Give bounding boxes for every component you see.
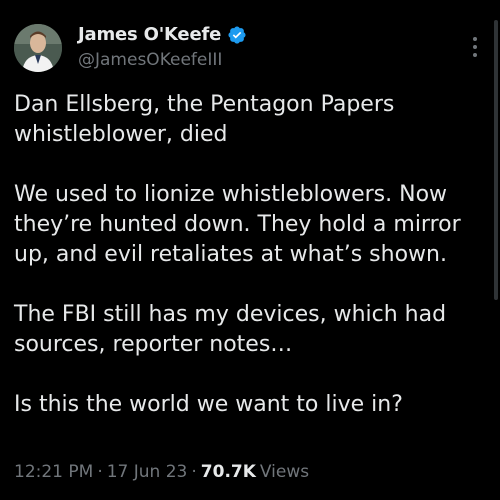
author-name-row[interactable]: James O'Keefe [78, 24, 247, 45]
avatar[interactable] [14, 24, 62, 72]
meta-separator: · [191, 462, 197, 482]
author-display-name[interactable]: James O'Keefe [78, 24, 221, 45]
more-options-icon[interactable] [472, 36, 478, 58]
tweet-meta: 12:21 PM · 17 Jun 23 · 70.7K Views [14, 462, 309, 482]
views-count[interactable]: 70.7K [201, 462, 256, 482]
tweet-text: Dan Ellsberg, the Pentagon Papers whistl… [14, 92, 461, 417]
meta-separator: · [97, 462, 103, 482]
tweet-detail: James O'Keefe @JamesOKeefeIII Dan Ellsbe… [0, 0, 500, 500]
author-handle[interactable]: @JamesOKeefeIII [78, 50, 222, 70]
scrollbar[interactable] [494, 20, 498, 300]
avatar-image [14, 24, 62, 72]
verified-badge-icon [227, 25, 247, 45]
views-label: Views [259, 462, 310, 482]
tweet-date[interactable]: 17 Jun 23 [107, 462, 188, 482]
tweet-time[interactable]: 12:21 PM [14, 462, 93, 482]
